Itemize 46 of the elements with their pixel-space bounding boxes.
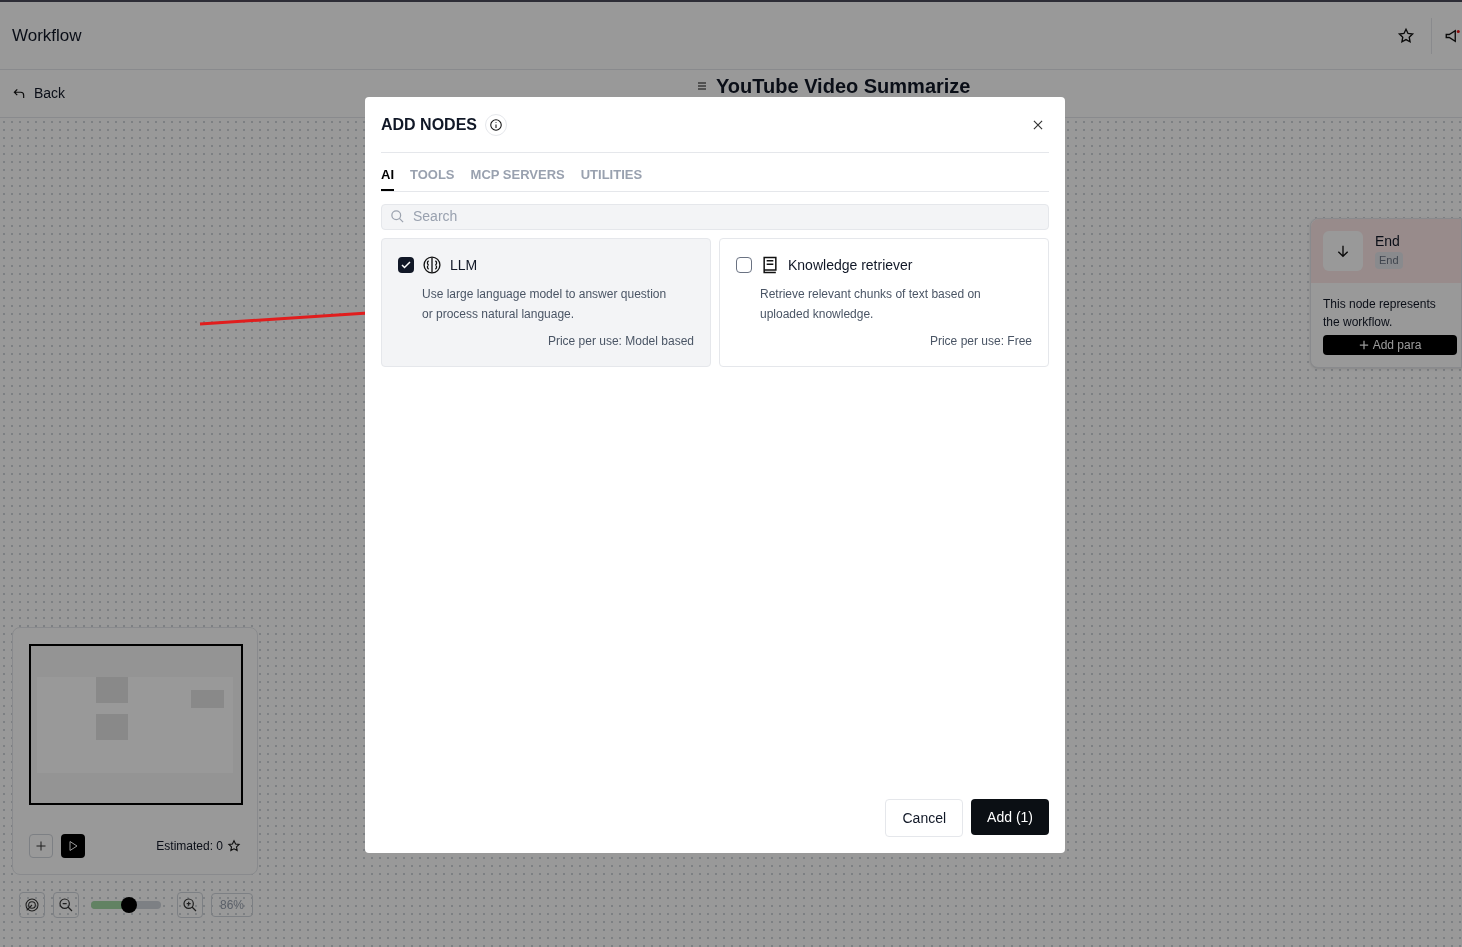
arrow-down-icon [1323, 231, 1363, 271]
book-icon [760, 255, 780, 275]
back-arrow-icon [12, 86, 26, 101]
search-field[interactable]: Search [413, 206, 1040, 227]
brain-icon [422, 255, 442, 275]
run-button[interactable] [61, 834, 85, 858]
zoom-percentage: 86% [211, 893, 254, 917]
node-tag: End [1375, 252, 1403, 269]
star-icon[interactable] [1397, 26, 1415, 45]
add-button[interactable]: Add (1) [971, 799, 1049, 835]
zoom-out-icon [58, 897, 74, 913]
check-icon [400, 259, 412, 271]
zoom-out-button[interactable] [53, 892, 79, 918]
search-icon [390, 209, 405, 224]
checkbox[interactable] [736, 257, 752, 273]
dialog-title: ADD NODES [381, 114, 477, 135]
workflow-title: YouTube Video Summarize [716, 74, 971, 99]
node-card[interactable]: Knowledge retriever Retrieve relevant chunks of text based on uploaded knowledge. Price per use: Free [719, 237, 1049, 367]
estimated-cost: Estimated: 0 [156, 838, 223, 855]
workflow-icon [696, 80, 708, 92]
node-description: This node represents the workflow. [1322, 296, 1437, 331]
plus-icon [1358, 340, 1369, 350]
cancel-button[interactable]: Cancel [885, 799, 964, 837]
node-title: End [1375, 232, 1400, 251]
play-icon [67, 840, 79, 852]
slider-thumb[interactable] [120, 897, 137, 913]
star-icon [227, 839, 241, 853]
node-price: Price per use: Free [929, 332, 1032, 350]
node-card[interactable]: LLM Use large language model to answer question or process natural language. Price per use: Model based [381, 237, 711, 367]
zoom-in-button[interactable] [177, 892, 203, 918]
page-title: Workflow [12, 24, 82, 47]
end-node-card[interactable]: End End This node represents the workflow. Add para [1310, 218, 1462, 368]
search-box[interactable]: Search [381, 203, 1049, 230]
node-description: Use large language model to answer question or process natural language. [422, 285, 668, 323]
node-title: Knowledge retriever [788, 255, 913, 275]
tab[interactable]: AI [381, 165, 394, 191]
back-link[interactable]: Back [12, 83, 66, 104]
node-description: Retrieve relevant chunks of text based on uploaded knowledge. [760, 285, 982, 323]
target-icon [24, 897, 40, 913]
zoom-in-icon [182, 897, 198, 913]
checkbox[interactable] [398, 257, 414, 273]
node-price: Price per use: Model based [547, 332, 694, 350]
fit-view-button[interactable] [19, 892, 45, 918]
plus-icon [35, 840, 47, 852]
add-parameter-button[interactable]: Add para [1323, 335, 1457, 355]
node-title: LLM [450, 255, 478, 275]
